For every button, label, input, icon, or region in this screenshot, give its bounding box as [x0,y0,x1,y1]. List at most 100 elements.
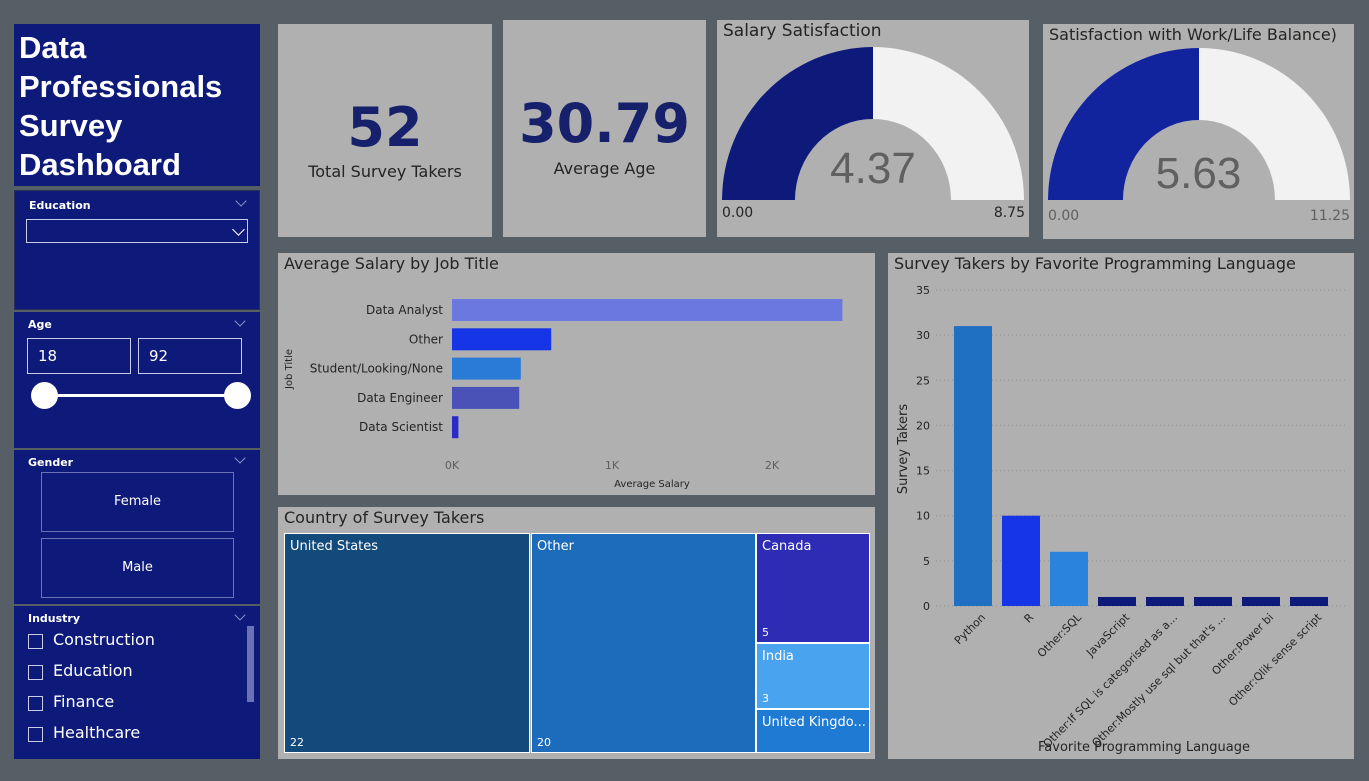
language-bar[interactable] [954,326,992,606]
treemap-cell-india[interactable]: India 3 [756,643,870,709]
language-bar[interactable] [1290,596,1328,606]
language-bar[interactable] [1002,515,1040,606]
treemap-label: Other [537,539,574,554]
x-tick-label: 1K [605,459,620,472]
gender-slicer: Gender Female Male [14,450,260,604]
gender-option-male[interactable]: Male [41,538,234,598]
average-age-card: 30.79 Average Age [503,20,706,237]
checkbox[interactable] [28,634,43,649]
collapse-chevron-icon[interactable] [234,609,246,621]
y-tick-label: 30 [916,329,930,342]
gauge-max-label: 8.75 [993,205,1025,221]
y-tick-label: 25 [916,374,930,387]
collapse-chevron-icon[interactable] [235,195,247,207]
salary-bar[interactable] [452,357,521,380]
survey-takers-value: 52 [347,96,423,159]
treemap-label: United States [290,539,379,554]
collapse-chevron-icon[interactable] [234,452,246,464]
title-line: Professionals [19,69,223,104]
treemap-value: 20 [537,736,551,749]
treemap-cell-united-kingdom[interactable]: United Kingdo... [756,709,870,753]
survey-takers-label: Total Survey Takers [308,162,462,181]
salary-bar[interactable] [452,328,552,351]
language-bar[interactable] [1194,596,1232,606]
industry-option-label: Healthcare [53,723,141,742]
gender-option-female[interactable]: Female [41,472,234,532]
checkbox[interactable] [28,665,43,680]
gauge-value: 5.63 [1155,149,1242,198]
y-tick-label: 20 [916,419,930,432]
bar-category-label: Student/Looking/None [310,362,443,376]
age-slicer-label: Age [28,318,52,331]
age-min-input[interactable]: 18 [27,338,131,374]
y-tick-label: 15 [916,465,930,478]
x-tick-label: 2K [765,459,780,472]
y-tick-label: 10 [916,510,930,523]
dashboard-title: Data Professionals Survey Dashboard [19,28,222,184]
survey-takers-card: 52 Total Survey Takers [278,24,492,237]
x-category-label: Other:SQL [1035,610,1085,660]
x-axis-title: Favorite Programming Language [1038,740,1250,755]
treemap-value: 3 [762,692,769,705]
salary-bar[interactable] [452,299,843,321]
treemap-value: 5 [762,626,769,639]
y-tick-label: 35 [916,284,930,297]
age-min-handle[interactable] [31,382,58,409]
worklife-satisfaction-gauge: Satisfaction with Work/Life Balance) 5.6… [1043,24,1354,239]
salary-by-job-chart: Average Salary by Job Title Data Analyst… [278,253,875,495]
age-max-handle[interactable] [224,382,251,409]
treemap-cell-united-states[interactable]: United States 22 [284,533,530,753]
industry-slicer-label: Industry [28,612,81,625]
x-category-label: R [1022,611,1037,626]
country-treemap: Country of Survey Takers United States 2… [278,507,875,759]
collapse-chevron-icon[interactable] [234,315,246,327]
language-bar-chart: 0 5 10 15 20 25 30 35 Python ROther:SQL JavaScript… [896,284,1346,755]
y-tick-label: 5 [923,555,930,568]
age-slicer: Age 18 92 [14,312,260,448]
gauge-chart [1048,48,1350,200]
x-tick-label: 0K [445,459,460,472]
age-max-input[interactable]: 92 [138,338,242,374]
bar-category-label: Data Analyst [366,303,443,317]
age-range-track [44,394,238,397]
gauge-chart [722,47,1024,200]
language-bar[interactable] [1050,551,1088,606]
title-line: Dashboard [19,147,181,182]
treemap-cell-canada[interactable]: Canada 5 [756,533,870,643]
y-tick-label: 0 [923,600,930,613]
gauge-max-label: 11.25 [1309,208,1350,224]
treemap-cell-other[interactable]: Other 20 [531,533,756,753]
language-bar[interactable] [1242,596,1280,606]
title-panel: Data Professionals Survey Dashboard [14,24,260,186]
gauge-min-label: 0.00 [1048,208,1080,224]
checkbox[interactable] [28,727,43,742]
average-age-value: 30.79 [519,92,690,155]
treemap-value: 22 [290,736,304,749]
salary-bar-chart: Data Analyst Other Student/Looking/None Dat… [284,299,843,490]
industry-option-label: Finance [53,692,115,711]
industry-option-label: Education [53,661,133,680]
salary-satisfaction-gauge: Salary Satisfaction 4.37 0.00 8.75 [717,20,1029,237]
education-dropdown[interactable] [26,219,248,243]
language-bar[interactable] [1098,596,1136,606]
x-category-label: JavaScript [1083,610,1132,659]
x-category-label: Python [952,611,988,647]
salary-bar[interactable] [452,416,459,439]
industry-option-label: Construction [53,630,155,649]
industry-scrollbar[interactable] [247,626,254,702]
treemap-label: Canada [762,539,812,554]
bar-category-label: Data Engineer [357,391,443,405]
salary-bar[interactable] [452,386,520,409]
industry-slicer: Industry Construction Education Finance … [14,606,260,759]
title-line: Survey [19,108,123,143]
average-age-label: Average Age [553,159,656,178]
language-bar[interactable] [1146,596,1184,606]
checkbox[interactable] [28,696,43,711]
treemap-label: India [762,649,794,664]
gender-slicer-label: Gender [28,456,74,469]
x-axis-title: Average Salary [614,479,690,490]
gauge-min-label: 0.00 [722,205,754,221]
bar-category-label: Other [409,332,443,346]
education-slicer-label: Education [29,199,91,212]
y-axis-title: Survey Takers [896,404,911,495]
